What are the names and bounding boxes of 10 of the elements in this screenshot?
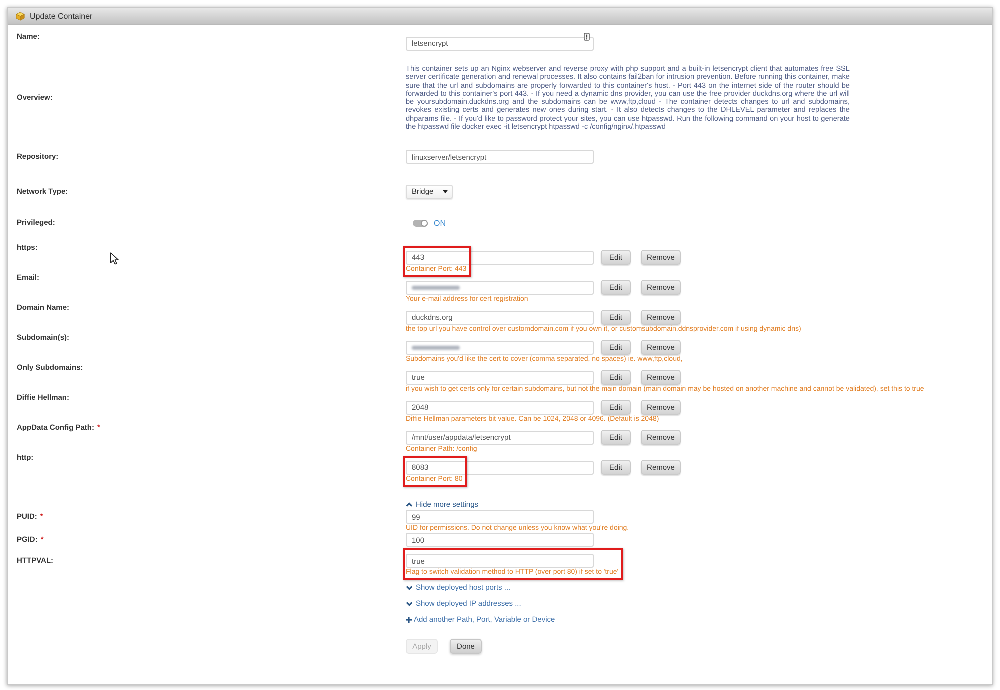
- text-field[interactable]: [406, 280, 594, 294]
- toggle-label: ON: [434, 218, 446, 228]
- text-field[interactable]: [406, 340, 594, 354]
- panel-title: Update Container: [30, 12, 93, 20]
- mouse-pointer-icon: [110, 252, 120, 266]
- plus-icon: [406, 616, 412, 622]
- box-icon: [16, 12, 25, 20]
- caret-down-icon: [443, 190, 448, 194]
- toggle-switch[interactable]: [413, 220, 428, 226]
- exclamation-box-icon: [584, 33, 590, 41]
